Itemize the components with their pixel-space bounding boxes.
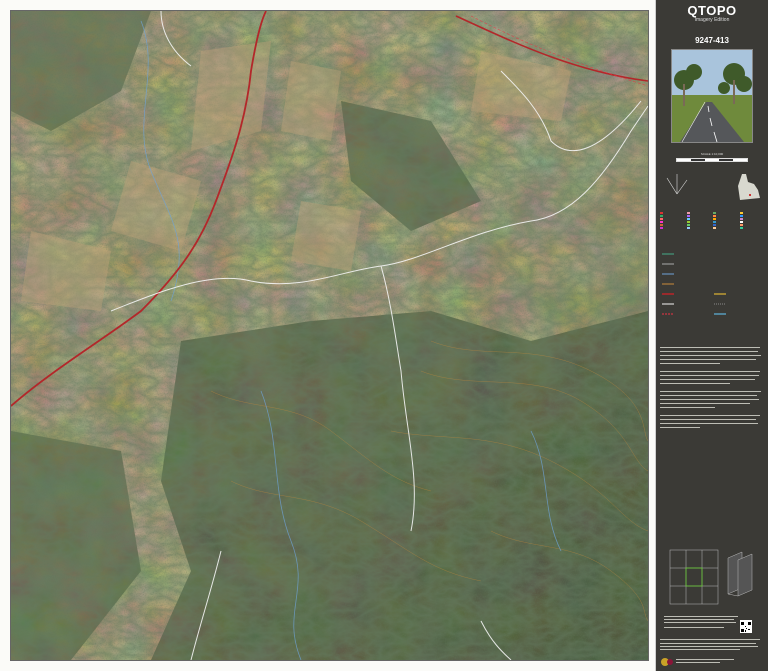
adjoining-sheets-diagram <box>668 548 756 608</box>
footer-text <box>660 615 744 635</box>
legend-panel: QTOPO Imagery Edition 9247-413 SCALE 1:1… <box>656 0 768 671</box>
sheet-number: 9247-413 <box>695 36 729 45</box>
legend-notes-text <box>656 345 768 445</box>
queensland-locator-map <box>738 174 760 200</box>
aerial-topographic-map[interactable] <box>10 10 649 661</box>
legend-line-symbols <box>656 249 768 339</box>
map-series-title: QTOPO <box>687 3 737 18</box>
cover-photo-road <box>671 49 753 143</box>
north-arrow-diagram-icon <box>666 174 688 195</box>
map-frame <box>0 0 656 671</box>
qr-code-icon[interactable] <box>740 620 752 633</box>
map-edition-subtitle: Imagery Edition <box>694 17 730 23</box>
locator-block <box>656 162 768 202</box>
legend-symbols <box>656 212 768 229</box>
map-imagery <box>11 11 648 660</box>
map-scale-label: SCALE 1:10,000 <box>700 152 724 156</box>
government-logo-icon <box>660 656 764 667</box>
